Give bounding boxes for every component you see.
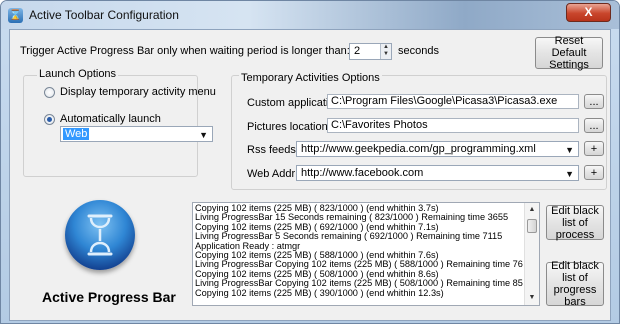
- log-line: Copying 102 items (225 MB) ( 823/1000 ) …: [195, 204, 439, 213]
- spin-down-icon[interactable]: ▼: [381, 51, 391, 58]
- pictures-label: Pictures location :: [247, 121, 334, 133]
- pictures-value: C:\Favorites Photos: [331, 119, 428, 131]
- scroll-up-icon[interactable]: ▲: [525, 203, 539, 217]
- add-rss-button[interactable]: +: [584, 141, 604, 156]
- brand-name: Active Progress Bar: [42, 289, 176, 305]
- hourglass-logo-icon: [65, 200, 135, 270]
- chevron-down-icon[interactable]: ▼: [565, 145, 574, 155]
- spin-up-icon[interactable]: ▲: [381, 44, 391, 51]
- pictures-field[interactable]: C:\Favorites Photos: [327, 118, 579, 133]
- rss-select[interactable]: http://www.geekpedia.com/gp_programming.…: [296, 141, 579, 157]
- log-lines: Copying 102 items (225 MB) ( 823/1000 ) …: [195, 204, 523, 298]
- chevron-down-icon[interactable]: ▼: [199, 130, 208, 140]
- app-window: ⌛ Active Toolbar Configuration X Trigger…: [0, 0, 620, 324]
- custom-app-field[interactable]: C:\Program Files\Google\Picasa3\Picasa3.…: [327, 94, 579, 109]
- hourglass-icon: ⌛: [8, 8, 23, 23]
- custom-app-value: C:\Program Files\Google\Picasa3\Picasa3.…: [331, 95, 558, 107]
- log-line: Living ProgressBar Copying 102 items (22…: [195, 260, 523, 270]
- display-menu-radio[interactable]: [44, 87, 55, 98]
- client-area: Trigger Active Progress Bar only when wa…: [9, 29, 611, 321]
- web-select[interactable]: http://www.facebook.com ▼: [296, 165, 579, 181]
- seconds-label: seconds: [398, 45, 439, 57]
- browse-pictures-button[interactable]: ...: [584, 118, 604, 133]
- log-line: Copying 102 items (225 MB) ( 390/1000 ) …: [195, 288, 444, 298]
- auto-launch-select[interactable]: Web ▼: [60, 126, 213, 142]
- hourglass-glyph: [87, 214, 113, 256]
- log-line: Copying 102 items (225 MB) ( 692/1000 ) …: [195, 222, 439, 232]
- log-line: Living ProgressBar 15 Seconds remaining …: [195, 213, 509, 223]
- close-button[interactable]: X: [566, 3, 611, 22]
- web-value: http://www.facebook.com: [301, 167, 424, 179]
- edit-progressbar-blacklist-button[interactable]: Edit black list of progress bars: [546, 260, 604, 308]
- add-web-button[interactable]: +: [584, 165, 604, 180]
- scroll-thumb[interactable]: [527, 219, 537, 233]
- scroll-down-icon[interactable]: ▼: [525, 291, 539, 305]
- launch-options-title: Launch Options: [37, 68, 119, 80]
- log-line: Application Ready : atmgr: [195, 241, 301, 251]
- log-line: Copying 102 items (225 MB) ( 588/1000 ) …: [195, 251, 439, 261]
- browse-app-button[interactable]: ...: [584, 94, 604, 109]
- edit-process-blacklist-button[interactable]: Edit black list of process: [546, 205, 604, 241]
- rss-label: Rss feeds :: [247, 144, 303, 156]
- auto-launch-radio[interactable]: [44, 114, 55, 125]
- delay-spinner[interactable]: 2 ▲ ▼: [349, 43, 392, 60]
- trigger-label: Trigger Active Progress Bar only when wa…: [20, 45, 350, 57]
- title-bar[interactable]: ⌛ Active Toolbar Configuration X: [1, 1, 619, 29]
- spinner-arrows[interactable]: ▲ ▼: [380, 44, 391, 59]
- reset-defaults-button[interactable]: Reset Default Settings: [535, 35, 603, 71]
- window-title: Active Toolbar Configuration: [29, 8, 179, 22]
- chevron-down-icon[interactable]: ▼: [565, 169, 574, 179]
- temp-activities-title: Temporary Activities Options: [239, 72, 382, 84]
- auto-launch-selected: Web: [63, 128, 90, 140]
- display-menu-label[interactable]: Display temporary activity menu: [60, 86, 216, 98]
- auto-launch-label[interactable]: Automatically launch: [60, 113, 161, 125]
- activity-log[interactable]: Copying 102 items (225 MB) ( 823/1000 ) …: [192, 202, 540, 306]
- log-line: Copying 102 items (225 MB) ( 508/1000 ) …: [195, 269, 439, 279]
- log-line: Living ProgressBar 5 Seconds remaining (…: [195, 232, 503, 242]
- delay-value: 2: [354, 45, 361, 57]
- rss-value: http://www.geekpedia.com/gp_programming.…: [301, 143, 536, 155]
- log-scrollbar[interactable]: ▲ ▼: [524, 203, 539, 305]
- log-line: Living ProgressBar Copying 102 items (22…: [195, 279, 523, 289]
- web-label: Web Addr :: [247, 168, 302, 180]
